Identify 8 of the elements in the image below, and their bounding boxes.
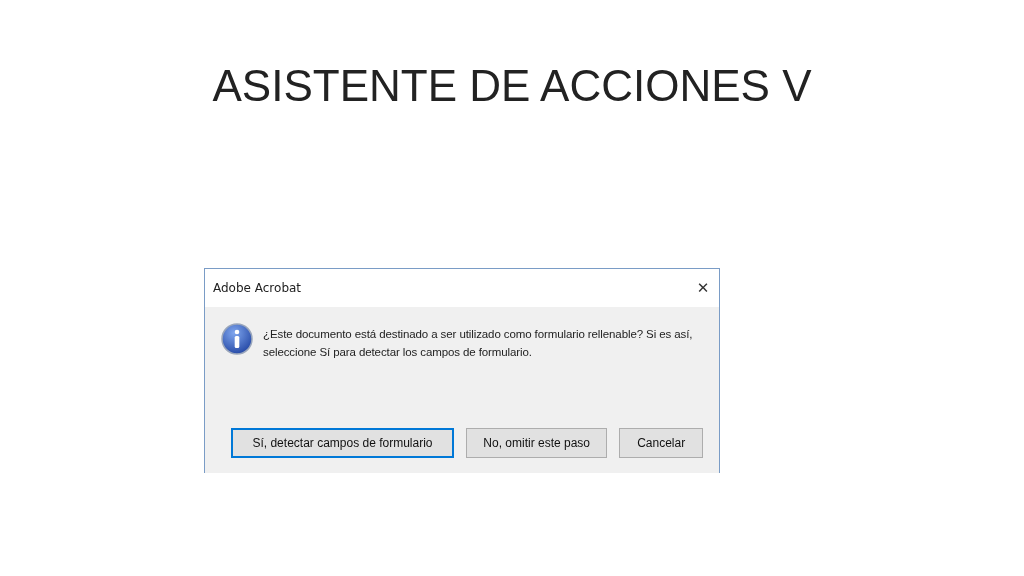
window-title: Adobe Acrobat: [213, 281, 302, 295]
info-icon: [221, 323, 253, 355]
close-button[interactable]: ✕: [687, 273, 719, 303]
dialog-message: ¿Este documento está destinado a ser utilizado como formulario rellenable? Si es así, seleccione Sí para detectar los campos de formulario.: [263, 327, 693, 360]
dialog-button[interactable]: Cancelar: [619, 428, 703, 458]
dialog-button[interactable]: Sí, detectar campos de formulario: [231, 428, 454, 458]
dialog-button[interactable]: No, omitir este paso: [465, 428, 608, 458]
slide-title: ASISTENTE DE ACCIONES V: [211, 60, 813, 112]
